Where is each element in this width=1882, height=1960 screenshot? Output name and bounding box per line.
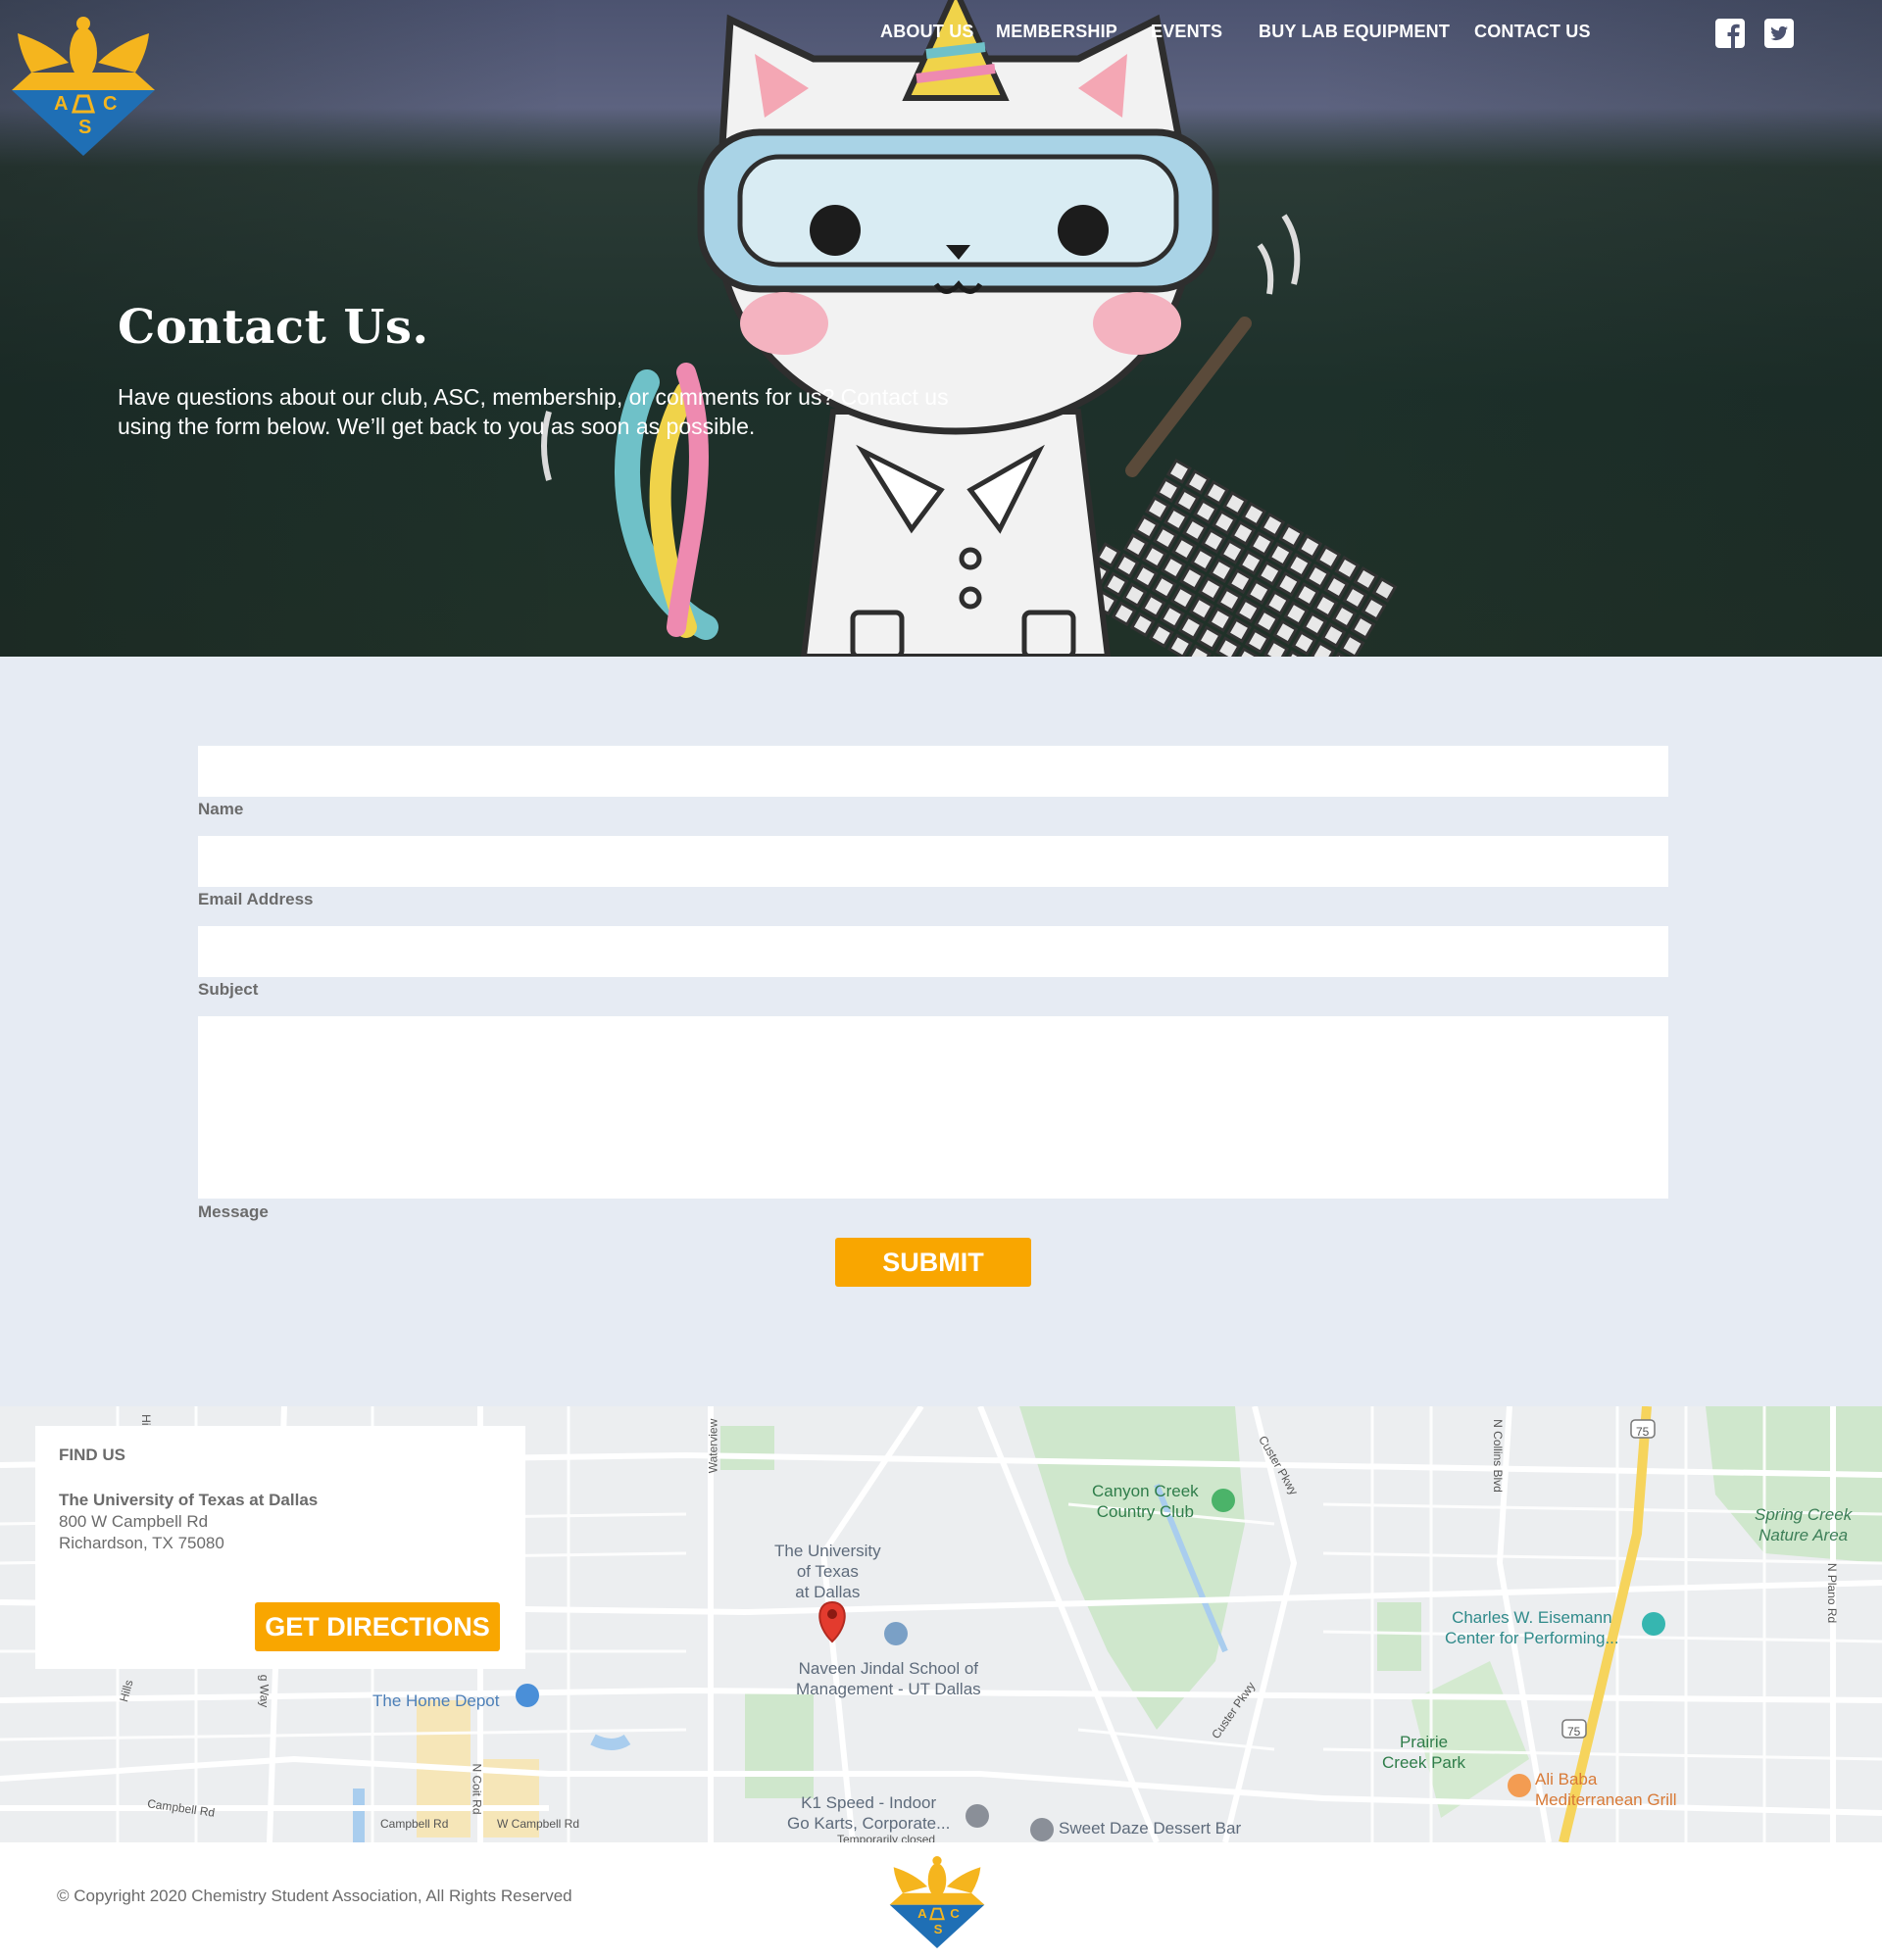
map-label-campbell-mid: Campbell Rd (380, 1817, 449, 1831)
message-label: Message (198, 1202, 269, 1221)
page-title: Contact Us. (118, 300, 429, 355)
map-label-eisemann[interactable]: Charles W. Eisemann Center for Performin… (1445, 1607, 1619, 1648)
map-label-jindal[interactable]: Naveen Jindal School of Management - UT … (796, 1658, 981, 1699)
footer: © Copyright 2020 Chemistry Student Assoc… (0, 1842, 1882, 1960)
hero-section: A C S ABOUT US MEMBERSHIP EVENTS BUY LAB… (0, 0, 1882, 657)
contact-form: Name Email Address Subject Message SUBMI… (0, 657, 1882, 1406)
footer-logo-letter-s: S (934, 1922, 943, 1936)
map-label-coit: N Coit Rd (470, 1763, 484, 1815)
footer-logo-letter-a: A (917, 1906, 927, 1921)
shopping-icon (516, 1684, 539, 1707)
address-line-2: Richardson, TX 75080 (59, 1534, 224, 1552)
map-label-closed: Temporarily closed (837, 1833, 936, 1842)
map-label-utd[interactable]: The University of Texas at Dallas (774, 1541, 881, 1602)
nav-about-us[interactable]: ABOUT US (880, 22, 974, 42)
map-label-sweet-daze[interactable]: Sweet Daze Dessert Bar (1059, 1818, 1241, 1838)
subject-label: Subject (198, 980, 259, 999)
map-label-waterview: Waterview (706, 1418, 720, 1474)
subject-input[interactable] (198, 926, 1668, 977)
theater-icon (1642, 1612, 1665, 1636)
place-icon (966, 1804, 989, 1828)
nav-contact-us[interactable]: CONTACT US (1474, 22, 1591, 42)
email-label: Email Address (198, 890, 314, 908)
map-label-prairie-creek[interactable]: Prairie Creek Park (1382, 1732, 1465, 1773)
footer-acs-logo[interactable]: A C S (888, 1854, 986, 1950)
restaurant-icon (1508, 1774, 1531, 1797)
email-input[interactable] (198, 836, 1668, 887)
nav-buy-lab-equipment[interactable]: BUY LAB EQUIPMENT (1259, 22, 1450, 42)
location-name: The University of Texas at Dallas (59, 1491, 319, 1509)
get-directions-button[interactable]: GET DIRECTIONS (255, 1602, 500, 1651)
logo-letter-c: C (103, 93, 117, 115)
nav-membership[interactable]: MEMBERSHIP (996, 22, 1117, 42)
map-label-ali-baba[interactable]: Ali Baba Mediterranean Grill (1535, 1769, 1677, 1810)
map-label-k1-speed[interactable]: K1 Speed - Indoor Go Karts, Corporate... (787, 1792, 950, 1834)
message-textarea[interactable] (198, 1016, 1668, 1199)
map-label-plano: N Plano Rd (1825, 1562, 1840, 1624)
golf-icon (1212, 1489, 1235, 1512)
facebook-icon[interactable] (1714, 18, 1746, 49)
map-label-spring-creek[interactable]: Spring Creek Nature Area (1755, 1504, 1852, 1545)
logo-letter-a: A (54, 93, 68, 115)
name-input[interactable] (198, 746, 1668, 797)
find-us-card: FIND US The University of Texas at Dalla… (35, 1426, 525, 1669)
map-label-way: g Way (257, 1674, 272, 1708)
main-nav: ABOUT US MEMBERSHIP EVENTS BUY LAB EQUIP… (0, 22, 1882, 47)
address-line-1: 800 W Campbell Rd (59, 1512, 209, 1531)
hero-description: Have questions about our club, ASC, memb… (118, 384, 949, 439)
find-us-title: FIND US (59, 1446, 125, 1464)
nav-events[interactable]: EVENTS (1151, 22, 1222, 42)
map-section[interactable]: The University of Texas at Dallas Naveen… (0, 1406, 1882, 1842)
copyright-text: © Copyright 2020 Chemistry Student Assoc… (57, 1886, 572, 1905)
footer-logo-letter-c: C (950, 1906, 960, 1921)
map-label-hwy-75-north: 75 (1636, 1425, 1650, 1439)
map-label-home-depot[interactable]: The Home Depot (372, 1690, 499, 1711)
school-icon (884, 1622, 908, 1645)
logo-letter-s: S (78, 117, 91, 138)
map-label-collins: N Collins Blvd (1490, 1419, 1505, 1493)
twitter-icon[interactable] (1763, 18, 1795, 49)
map-label-hwy-75-south: 75 (1567, 1725, 1581, 1739)
submit-button[interactable]: SUBMIT (835, 1238, 1031, 1287)
name-label: Name (198, 800, 244, 818)
map-label-canyon-creek[interactable]: Canyon Creek Country Club (1092, 1481, 1199, 1522)
map-label-w-campbell: W Campbell Rd (497, 1817, 580, 1831)
dessert-icon (1030, 1818, 1054, 1841)
